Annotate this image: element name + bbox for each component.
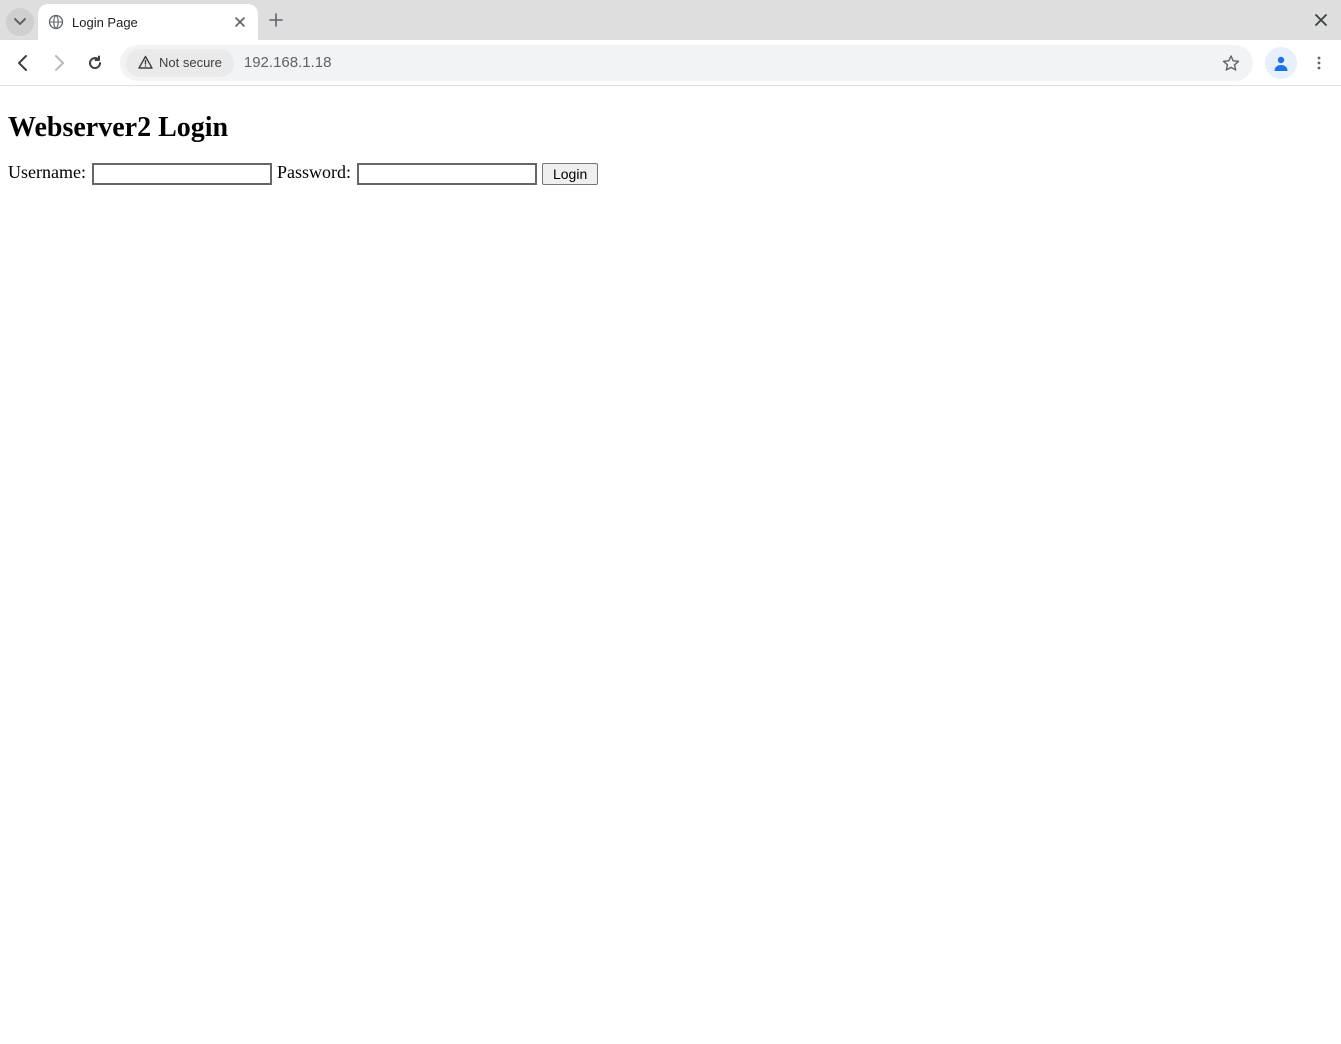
- username-label: Username:: [8, 162, 86, 182]
- username-input[interactable]: [92, 163, 272, 185]
- password-input[interactable]: [357, 163, 537, 185]
- reload-button[interactable]: [78, 46, 112, 80]
- warning-icon: [138, 55, 153, 70]
- browser-toolbar: Not secure 192.168.1.18: [0, 40, 1341, 86]
- tab-strip: Login Page: [0, 0, 1341, 40]
- security-chip[interactable]: Not secure: [126, 49, 234, 77]
- forward-button[interactable]: [42, 46, 76, 80]
- bookmark-button[interactable]: [1215, 47, 1247, 79]
- window-close-button[interactable]: [1311, 10, 1331, 30]
- back-button[interactable]: [6, 46, 40, 80]
- browser-tab[interactable]: Login Page: [38, 4, 258, 40]
- close-tab-button[interactable]: [232, 14, 248, 30]
- security-label: Not secure: [159, 55, 222, 70]
- menu-button[interactable]: [1303, 47, 1335, 79]
- login-button[interactable]: Login: [542, 163, 598, 185]
- page-title: Webserver2 Login: [8, 112, 1333, 144]
- profile-button[interactable]: [1265, 47, 1297, 79]
- tab-title: Login Page: [72, 15, 232, 30]
- new-tab-button[interactable]: [262, 6, 290, 34]
- address-bar[interactable]: Not secure 192.168.1.18: [120, 45, 1253, 81]
- login-form: Username: Password: Login: [8, 162, 1333, 185]
- url-text: 192.168.1.18: [244, 54, 1215, 71]
- search-tabs-button[interactable]: [6, 8, 34, 36]
- password-label: Password:: [277, 162, 351, 182]
- globe-icon: [48, 14, 64, 30]
- page-content: Webserver2 Login Username: Password: Log…: [0, 86, 1341, 193]
